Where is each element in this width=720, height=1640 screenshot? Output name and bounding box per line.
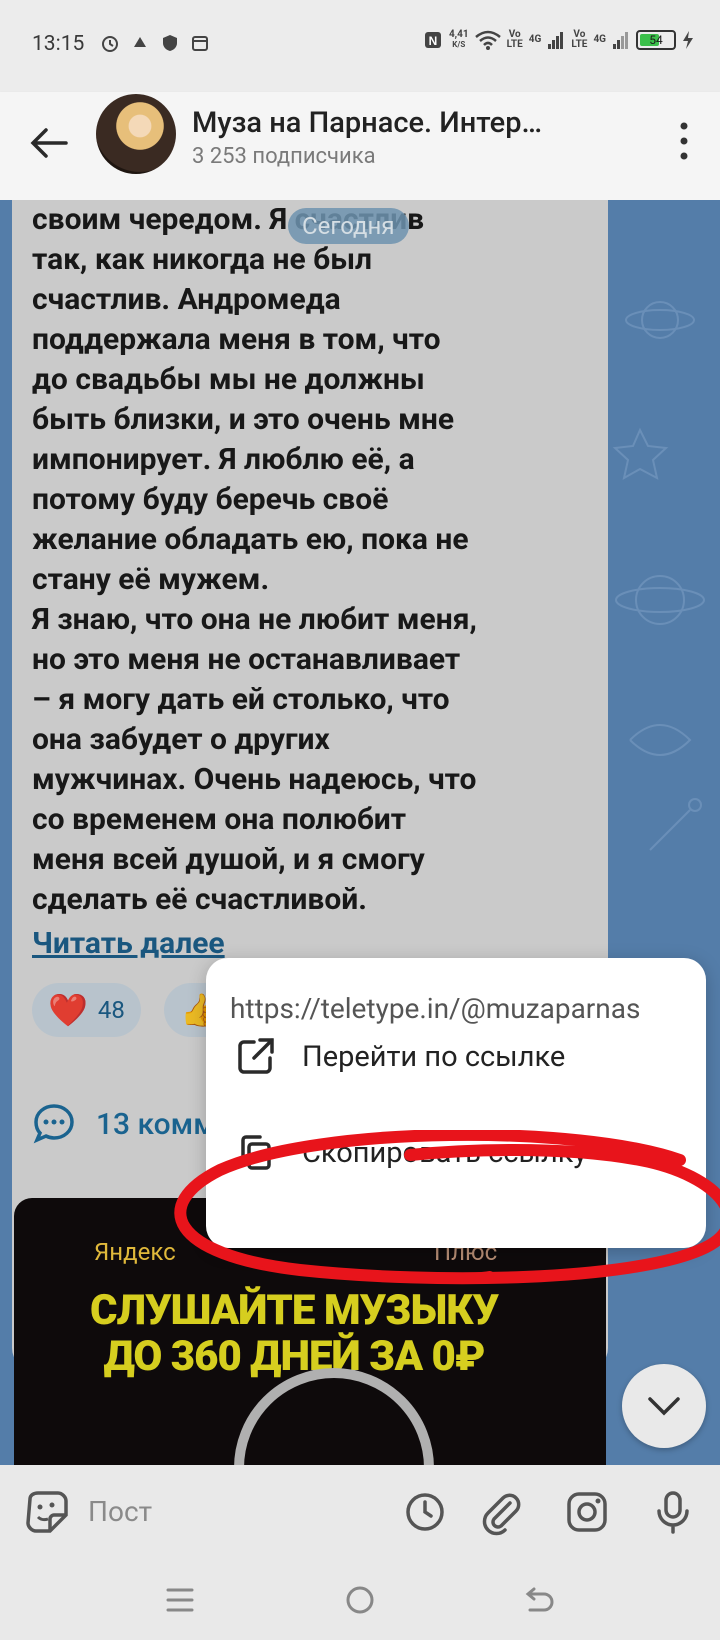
reaction-count: 48 [97, 996, 125, 1024]
home-circle-icon[interactable] [340, 1580, 380, 1620]
message-input-bar: Пост [0, 1465, 720, 1560]
status-system-icons: N 4,41 K/S Vo LTE 4G Vo LTE 4G 54 [423, 30, 694, 50]
calendar-icon [192, 36, 208, 51]
copy-icon [241, 1135, 271, 1170]
paperclip-icon[interactable] [476, 1487, 526, 1537]
shield-icon [163, 35, 177, 51]
date-badge: Сегодня [288, 208, 409, 244]
link-context-menu: https://teletype.in/@muzaparnas Перейти … [206, 958, 706, 1248]
battery-level: 54 [649, 33, 663, 47]
open-link-item[interactable]: Перейти по ссылке [206, 1012, 706, 1102]
copy-link-item[interactable]: Скопировать ссылку [206, 1108, 706, 1198]
network-speed: 4,41 K/S [448, 29, 469, 50]
ad-headline: СЛУШАЙТЕ МУЗЫКУ ДО 360 ДНЕЙ ЗА 0₽ [89, 1286, 499, 1381]
comments-button[interactable]: 13 комм [32, 1102, 216, 1146]
back-arrow-icon[interactable] [26, 120, 72, 166]
reaction-heart[interactable]: ❤️ 48 [32, 983, 141, 1037]
signal-icon [613, 32, 628, 49]
wifi-icon [474, 30, 501, 50]
copy-link-label: Скопировать ссылку [302, 1136, 588, 1170]
scroll-down-button[interactable] [622, 1364, 706, 1448]
post-input[interactable]: Пост [88, 1495, 152, 1528]
heart-emoji-icon: ❤️ [48, 991, 88, 1029]
status-bar: 13:15 N 4,41 K/S Vo LTE 4G Vo LTE 4G 54 [0, 0, 720, 92]
comments-count-label: 13 комм [96, 1106, 216, 1142]
status-notification-icons [100, 33, 210, 53]
subscriber-count: 3 253 подписчика [192, 144, 376, 169]
signal-icon [548, 32, 564, 49]
sticker-icon[interactable] [22, 1487, 72, 1537]
channel-header: Муза на Парнасе. Интер… 3 253 подписчика [0, 92, 720, 200]
ad-product-image [234, 1368, 434, 1468]
channel-avatar[interactable] [96, 94, 176, 174]
nfc-icon: N [424, 32, 441, 48]
recents-menu-icon[interactable] [160, 1580, 200, 1620]
open-link-label: Перейти по ссылке [302, 1040, 566, 1074]
more-options-icon[interactable] [674, 116, 694, 166]
read-more-link[interactable]: Читать далее [32, 926, 225, 961]
status-time: 13:15 [32, 32, 85, 56]
back-nav-icon[interactable] [518, 1580, 558, 1620]
chevron-down-icon [648, 1397, 680, 1416]
instagram-icon[interactable] [562, 1487, 612, 1537]
ad-brand: Яндекс [94, 1238, 176, 1266]
clock-icon[interactable] [400, 1487, 450, 1537]
channel-title[interactable]: Муза на Парнасе. Интер… [192, 106, 612, 140]
volte-label-1: Vo LTE [506, 29, 523, 50]
system-navigation-bar [0, 1560, 720, 1640]
network-type-2: 4G [593, 34, 606, 45]
post-text: своим чередом. Я счастлив так, как никог… [32, 202, 477, 917]
network-type-1: 4G [528, 34, 542, 45]
open-external-icon [238, 1038, 274, 1074]
battery-icon: 54 [636, 30, 676, 50]
alarm-icon [102, 36, 118, 52]
svg-text:N: N [429, 34, 438, 48]
comment-bubble-icon [33, 1104, 74, 1144]
charging-icon [683, 31, 693, 49]
microphone-icon[interactable] [648, 1487, 698, 1537]
volte-label-2: Vo LTE [571, 29, 588, 50]
data-saver-icon [134, 37, 146, 47]
